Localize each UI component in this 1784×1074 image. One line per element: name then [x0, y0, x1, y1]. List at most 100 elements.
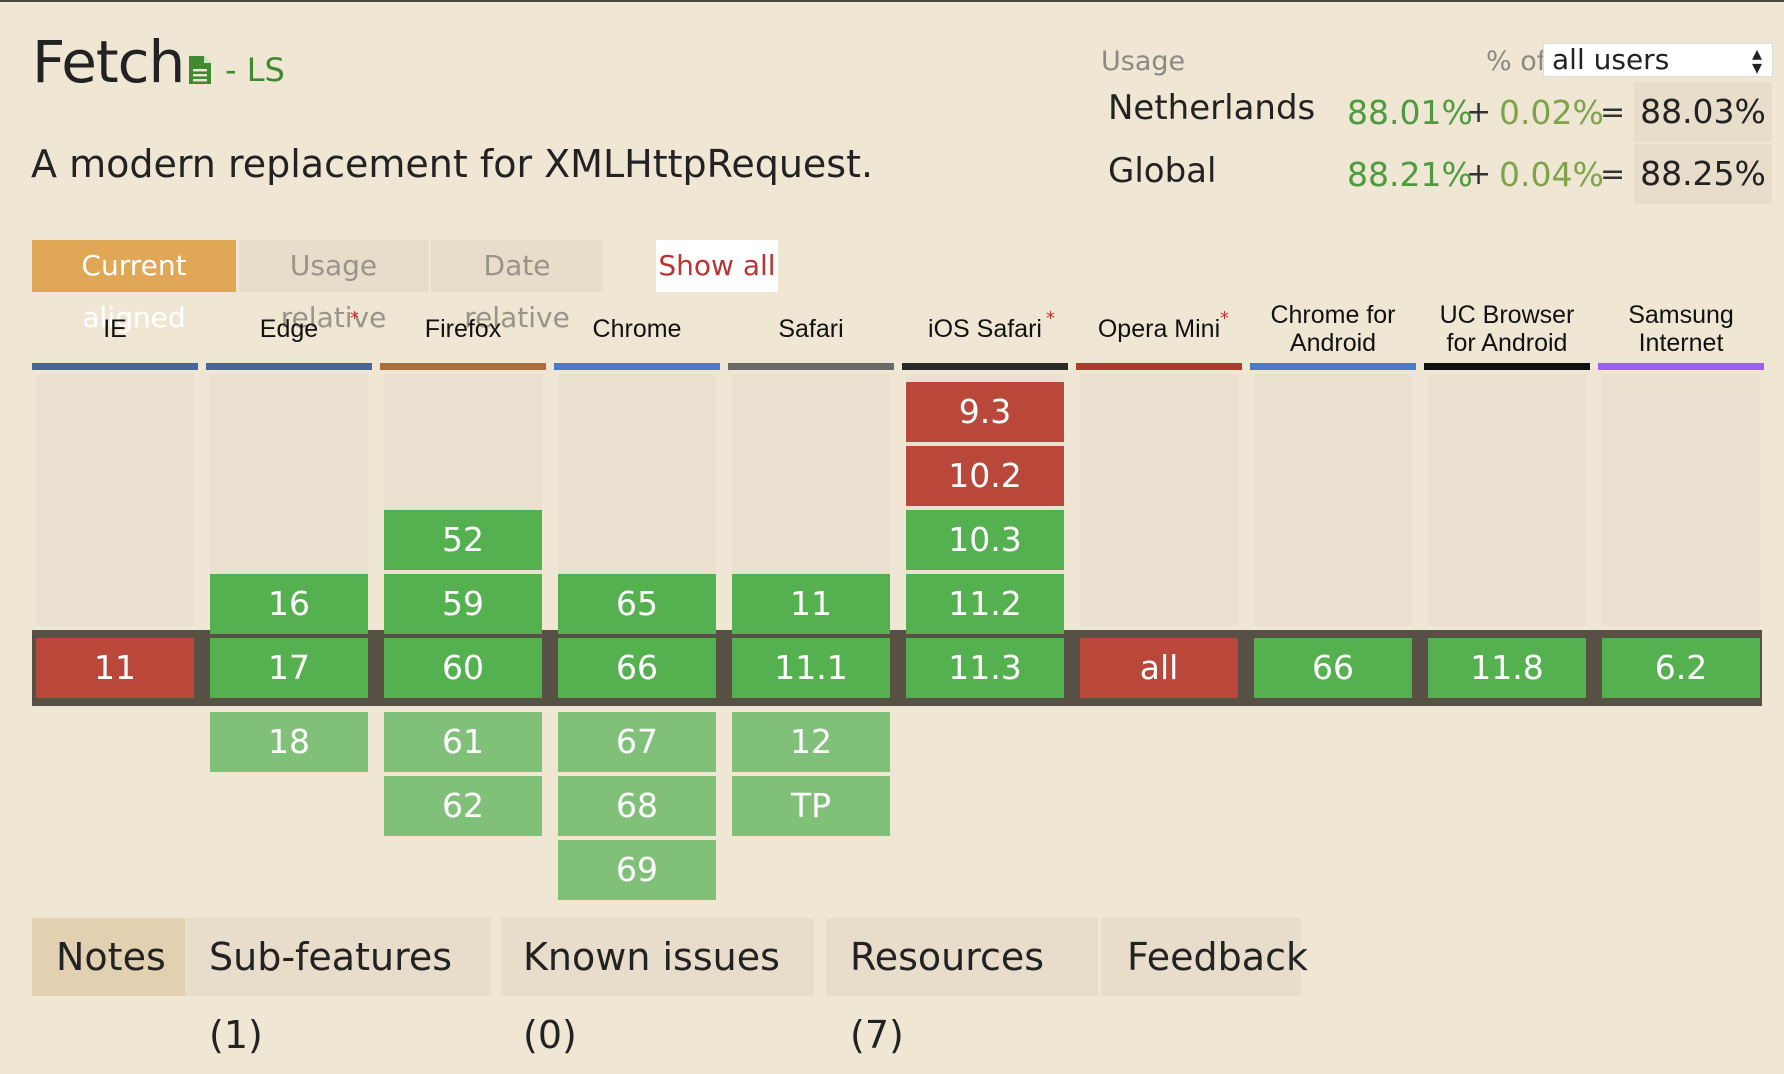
column-header-ie: IE [32, 296, 198, 362]
spec-status[interactable]: - LS [225, 51, 285, 89]
usage-supported-global: 88.21% [1347, 155, 1473, 194]
top-border [0, 0, 1784, 2]
current-version-cell[interactable]: 11 [36, 638, 194, 698]
column-header-safari: Safari [728, 296, 894, 362]
usage-total-global: 88.25% [1634, 144, 1772, 204]
column-header-chrome: Chrome [554, 296, 720, 362]
current-version-cell[interactable]: 66 [558, 638, 716, 698]
column-header-ios-safari: iOS Safari [902, 296, 1068, 362]
usage-partial-global: 0.04% [1499, 155, 1604, 194]
browser-name: Edge [259, 315, 319, 343]
column-color-bar-ios-safari [902, 363, 1068, 370]
past-versions-area-chrome-for-android [1254, 374, 1412, 626]
plus-sign: + [1466, 95, 1492, 130]
version-cell[interactable]: 65 [558, 574, 716, 634]
future-version-cell[interactable]: 61 [384, 712, 542, 772]
version-cell[interactable]: 11 [732, 574, 890, 634]
resources-tab-label: Resources (7) [850, 935, 1045, 1057]
users-filter-select[interactable]: all users ▴ ▾ [1543, 43, 1773, 77]
prefix-note-marker[interactable]: * [350, 308, 359, 329]
current-version-cell[interactable]: 11.1 [732, 638, 890, 698]
past-versions-area-opera-mini [1080, 374, 1238, 626]
column-color-bar-uc-browser-for-android [1424, 363, 1590, 370]
notes-tab[interactable]: Notes [32, 918, 190, 996]
feedback-tab[interactable]: Feedback [1101, 918, 1308, 996]
column-color-bar-opera-mini [1076, 363, 1242, 370]
column-header-firefox: Firefox [380, 296, 546, 362]
select-arrows-icon: ▴ ▾ [1751, 41, 1762, 79]
prefix-note-marker[interactable]: * [1046, 308, 1055, 329]
browser-name: IE [103, 315, 127, 343]
sub-features-tab[interactable]: Sub-features (1) [185, 918, 491, 1057]
column-header-opera-mini: Opera Mini [1076, 296, 1242, 362]
prefix-note-marker[interactable]: * [1220, 308, 1229, 329]
column-header-samsung-internet: Samsung Internet [1598, 296, 1764, 362]
past-versions-area-uc-browser-for-android [1428, 374, 1586, 626]
feature-description: A modern replacement for XMLHttpRequest. [31, 142, 874, 186]
usage-region-global: Global [1108, 151, 1217, 191]
current-version-cell[interactable]: 11.3 [906, 638, 1064, 698]
current-version-cell[interactable]: 11.8 [1428, 638, 1586, 698]
column-header-edge: Edge [206, 296, 372, 362]
future-version-cell[interactable]: TP [732, 776, 890, 836]
browser-name: UC Browser for Android [1439, 301, 1575, 357]
version-cell[interactable]: 16 [210, 574, 368, 634]
version-cell[interactable]: 11.2 [906, 574, 1064, 634]
equals-sign: = [1600, 157, 1626, 192]
column-color-bar-ie [32, 363, 198, 370]
future-version-cell[interactable]: 69 [558, 840, 716, 900]
column-color-bar-samsung-internet [1598, 363, 1764, 370]
usage-supported-netherlands: 88.01% [1347, 93, 1473, 132]
browser-name: Opera Mini [1097, 315, 1221, 343]
version-cell[interactable]: 10.2 [906, 446, 1064, 506]
resources-tab[interactable]: Resources (7) [826, 918, 1098, 1057]
version-cell[interactable]: 59 [384, 574, 542, 634]
view-date-relative-tab[interactable]: Date relative [431, 240, 603, 334]
browser-name: iOS Safari [928, 315, 1042, 343]
current-version-cell[interactable]: 6.2 [1602, 638, 1760, 698]
column-header-chrome-for-android: Chrome for Android [1250, 296, 1416, 362]
column-header-uc-browser-for-android: UC Browser for Android [1424, 296, 1590, 362]
notes-tab-label: Notes [56, 935, 166, 979]
future-version-cell[interactable]: 12 [732, 712, 890, 772]
past-versions-area-samsung-internet [1602, 374, 1760, 626]
equals-sign: = [1600, 95, 1626, 130]
users-filter-value: all users [1552, 43, 1670, 76]
past-versions-area-ie [36, 374, 194, 626]
view-usage-relative-tab[interactable]: Usage relative [239, 240, 428, 334]
view-current-aligned-tab[interactable]: Current aligned [32, 240, 236, 334]
future-version-cell[interactable]: 68 [558, 776, 716, 836]
usage-partial-netherlands: 0.02% [1499, 93, 1604, 132]
version-cell[interactable]: 52 [384, 510, 542, 570]
usage-total-netherlands: 88.03% [1634, 82, 1772, 142]
browser-name: Safari [778, 315, 844, 343]
column-color-bar-chrome [554, 363, 720, 370]
current-version-cell[interactable]: 17 [210, 638, 368, 698]
document-icon[interactable] [187, 55, 213, 85]
column-color-bar-edge [206, 363, 372, 370]
browser-name: Chrome [592, 315, 682, 343]
browser-name: Firefox [424, 315, 502, 343]
browser-name: Samsung Internet [1628, 301, 1734, 357]
current-version-cell[interactable]: all [1080, 638, 1238, 698]
usage-label: Usage [1101, 46, 1186, 77]
feedback-tab-label: Feedback [1127, 935, 1308, 979]
browser-name: Chrome for Android [1270, 301, 1396, 357]
column-color-bar-safari [728, 363, 894, 370]
current-version-cell[interactable]: 66 [1254, 638, 1412, 698]
column-color-bar-chrome-for-android [1250, 363, 1416, 370]
percent-of-label: % of [1486, 46, 1547, 77]
plus-sign: + [1466, 157, 1492, 192]
feature-title: Fetch [32, 28, 185, 96]
future-version-cell[interactable]: 62 [384, 776, 542, 836]
show-all-button[interactable]: Show all [656, 240, 778, 292]
usage-region-netherlands: Netherlands [1108, 88, 1316, 128]
version-cell[interactable]: 10.3 [906, 510, 1064, 570]
column-color-bar-firefox [380, 363, 546, 370]
future-version-cell[interactable]: 67 [558, 712, 716, 772]
known-issues-tab[interactable]: Known issues (0) [501, 918, 814, 1057]
version-cell[interactable]: 9.3 [906, 382, 1064, 442]
sub-features-tab-label: Sub-features (1) [209, 935, 453, 1057]
current-version-cell[interactable]: 60 [384, 638, 542, 698]
future-version-cell[interactable]: 18 [210, 712, 368, 772]
